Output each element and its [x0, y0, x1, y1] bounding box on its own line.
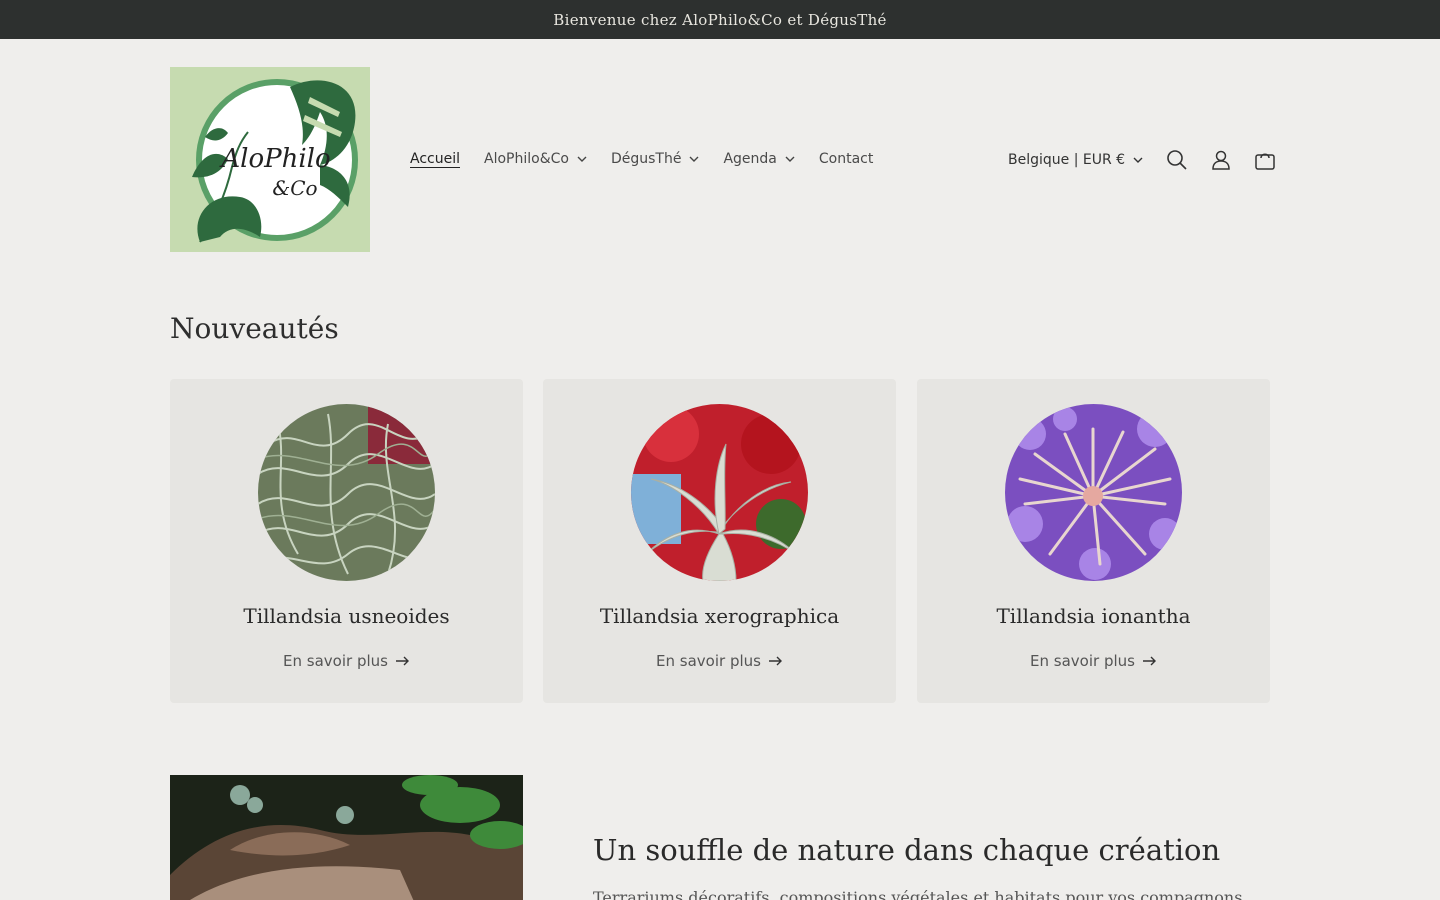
terrarium-image	[170, 775, 523, 900]
arrow-right-icon	[768, 656, 782, 666]
feature-title: Un souffle de nature dans chaque créatio…	[593, 833, 1221, 867]
logo-text-sub: &Co	[272, 176, 317, 200]
country-selector[interactable]: Belgique | EUR €	[996, 144, 1155, 176]
product-image[interactable]	[631, 404, 808, 581]
feature-image	[170, 775, 523, 900]
product-image-usneoides	[258, 404, 435, 581]
search-button[interactable]	[1155, 138, 1199, 182]
chevron-down-icon	[577, 156, 587, 162]
announcement-text: Bienvenue chez AloPhilo&Co et DégusThé	[553, 10, 887, 29]
main-nav: Accueil AloPhilo&Co DégusThé Agenda Cont…	[398, 143, 885, 175]
nav-item-degusthe[interactable]: DégusThé	[599, 143, 712, 175]
logo-text-main: AloPhilo	[219, 144, 330, 174]
arrow-right-icon	[1142, 656, 1156, 666]
learn-more-link[interactable]: En savoir plus	[917, 652, 1270, 670]
learn-more-label: En savoir plus	[283, 652, 388, 670]
nav-item-label: Contact	[818, 151, 874, 167]
announcement-bar: Bienvenue chez AloPhilo&Co et DégusThé	[0, 0, 1440, 39]
learn-more-link[interactable]: En savoir plus	[543, 652, 896, 670]
section-title: Nouveautés	[170, 312, 339, 345]
nav-item-label: AloPhilo&Co	[484, 151, 569, 167]
site-logo[interactable]: AloPhilo &Co	[170, 67, 370, 252]
learn-more-link[interactable]: En savoir plus	[170, 652, 523, 670]
chevron-down-icon	[1133, 157, 1143, 163]
product-image[interactable]	[1005, 404, 1182, 581]
product-image[interactable]	[258, 404, 435, 581]
nav-item-alophilo[interactable]: AloPhilo&Co	[472, 143, 599, 175]
cart-button[interactable]	[1243, 138, 1287, 182]
nav-item-label: Accueil	[410, 151, 460, 167]
feature-text: Terrariums décoratifs, compositions végé…	[593, 888, 1243, 900]
nav-item-contact[interactable]: Contact	[807, 143, 885, 175]
nav-item-agenda[interactable]: Agenda	[711, 143, 806, 175]
nav-item-label: DégusThé	[610, 151, 682, 167]
chevron-down-icon	[689, 156, 699, 162]
site-header: AloPhilo &Co Accueil AloPhilo&Co DégusTh…	[0, 39, 1440, 279]
learn-more-label: En savoir plus	[656, 652, 761, 670]
search-icon	[1167, 150, 1187, 170]
product-name[interactable]: Tillandsia xerographica	[543, 604, 896, 628]
product-card[interactable]: Tillandsia xerographica En savoir plus	[543, 379, 896, 703]
nav-item-accueil[interactable]: Accueil	[398, 143, 472, 175]
product-name[interactable]: Tillandsia ionantha	[917, 604, 1270, 628]
header-utilities: Belgique | EUR €	[996, 138, 1287, 182]
logo-graphic: AloPhilo &Co	[192, 79, 358, 243]
product-name[interactable]: Tillandsia usneoides	[170, 604, 523, 628]
arrow-right-icon	[395, 656, 409, 666]
nav-item-label: Agenda	[723, 151, 777, 167]
country-label: Belgique | EUR €	[1008, 152, 1126, 168]
chevron-down-icon	[785, 156, 795, 162]
product-image-ionantha	[1005, 404, 1182, 581]
learn-more-label: En savoir plus	[1030, 652, 1135, 670]
product-image-xerographica	[631, 404, 808, 581]
product-card[interactable]: Tillandsia ionantha En savoir plus	[917, 379, 1270, 703]
product-card[interactable]: Tillandsia usneoides En savoir plus	[170, 379, 523, 703]
cart-icon	[1255, 153, 1275, 170]
account-button[interactable]	[1199, 138, 1243, 182]
account-icon	[1212, 150, 1230, 170]
